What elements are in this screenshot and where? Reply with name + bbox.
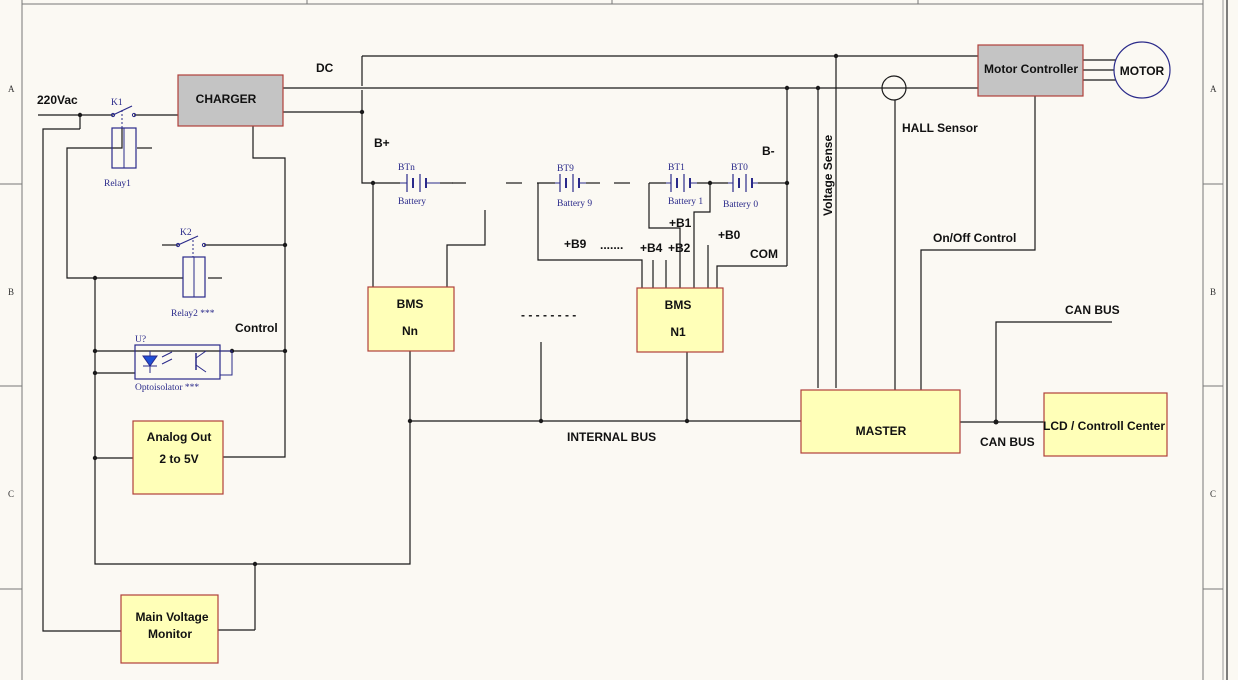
zone-right-a: A xyxy=(1210,84,1217,94)
label-voltage-sense: Voltage Sense xyxy=(821,135,835,216)
label-dc: DC xyxy=(316,61,334,75)
lcd-label: LCD / Controll Center xyxy=(1043,419,1165,433)
battery-n-label: Battery xyxy=(398,197,426,207)
label-plus-b0: +B0 xyxy=(718,228,741,242)
main-voltage-title: Main Voltage xyxy=(135,610,208,624)
motor-controller-block[interactable]: Motor Controller xyxy=(977,44,1084,97)
opto-label: Optoisolator *** xyxy=(135,383,199,393)
battery-9-label: Battery 9 xyxy=(557,199,592,209)
charger-block[interactable]: CHARGER xyxy=(177,74,284,127)
bt0-label: BT0 xyxy=(731,163,748,173)
zone-left-c: C xyxy=(8,489,14,499)
label-hall-sensor: HALL Sensor xyxy=(902,121,978,135)
bt1-label: BT1 xyxy=(668,163,685,173)
label-plus-b1: +B1 xyxy=(669,216,692,230)
zone-right-b: B xyxy=(1210,287,1216,297)
battery-1-label: Battery 1 xyxy=(668,197,703,207)
k2-label: K2 xyxy=(180,228,192,238)
analog-out-sub: 2 to 5V xyxy=(159,452,198,466)
battery-0-label: Battery 0 xyxy=(723,200,758,210)
label-plus-b9: +B9 xyxy=(564,237,587,251)
label-b-minus: B- xyxy=(762,144,775,158)
label-dots-mid: - - - - - - - - xyxy=(521,308,576,322)
relay1-label: Relay1 xyxy=(104,179,131,189)
bt9-label: BT9 xyxy=(557,164,574,174)
charger-label: CHARGER xyxy=(196,92,257,106)
bms-nn-title: BMS xyxy=(397,297,424,311)
label-com: COM xyxy=(750,247,778,261)
relay2-label: Relay2 *** xyxy=(171,309,215,319)
main-voltage-sub: Monitor xyxy=(148,627,192,641)
label-b-plus: B+ xyxy=(374,136,390,150)
label-control: Control xyxy=(235,321,278,335)
k1-label: K1 xyxy=(111,98,123,108)
opto-ref-label: U? xyxy=(135,335,146,345)
label-plus-b4: +B4 xyxy=(640,241,663,255)
analog-out-block[interactable]: Analog Out 2 to 5V xyxy=(132,420,224,495)
bms-n1-sub: N1 xyxy=(670,325,686,339)
master-label: MASTER xyxy=(856,424,907,438)
label-internal-bus: INTERNAL BUS xyxy=(567,430,656,444)
label-onoff-control: On/Off Control xyxy=(933,231,1016,245)
zone-right-c: C xyxy=(1210,489,1216,499)
master-block[interactable]: MASTER xyxy=(800,389,961,454)
zone-left-a: A xyxy=(8,84,15,94)
label-dots-small: ....... xyxy=(600,238,623,252)
analog-out-title: Analog Out xyxy=(147,430,212,444)
zone-left-b: B xyxy=(8,287,14,297)
bms-n1-title: BMS xyxy=(665,298,692,312)
label-plus-b2: +B2 xyxy=(668,241,691,255)
label-220vac: 220Vac xyxy=(37,93,78,107)
schematic-canvas: A B C A B C K1 Relay1 K2 Relay2 *** U? O… xyxy=(0,0,1238,680)
main-voltage-block[interactable]: Main Voltage Monitor xyxy=(120,594,219,664)
label-can-bus-top: CAN BUS xyxy=(1065,303,1120,317)
motor-block[interactable]: MOTOR xyxy=(1113,41,1171,99)
bms-nn-sub: Nn xyxy=(402,324,418,338)
motor-controller-label: Motor Controller xyxy=(984,62,1078,76)
bms-nn-block[interactable]: BMS Nn xyxy=(367,286,455,352)
lcd-block[interactable]: LCD / Controll Center xyxy=(1043,392,1168,457)
bms-n1-block[interactable]: BMS N1 xyxy=(636,287,724,353)
label-can-bus-bottom: CAN BUS xyxy=(980,435,1035,449)
btn-label: BTn xyxy=(398,163,415,173)
motor-label: MOTOR xyxy=(1120,64,1165,78)
